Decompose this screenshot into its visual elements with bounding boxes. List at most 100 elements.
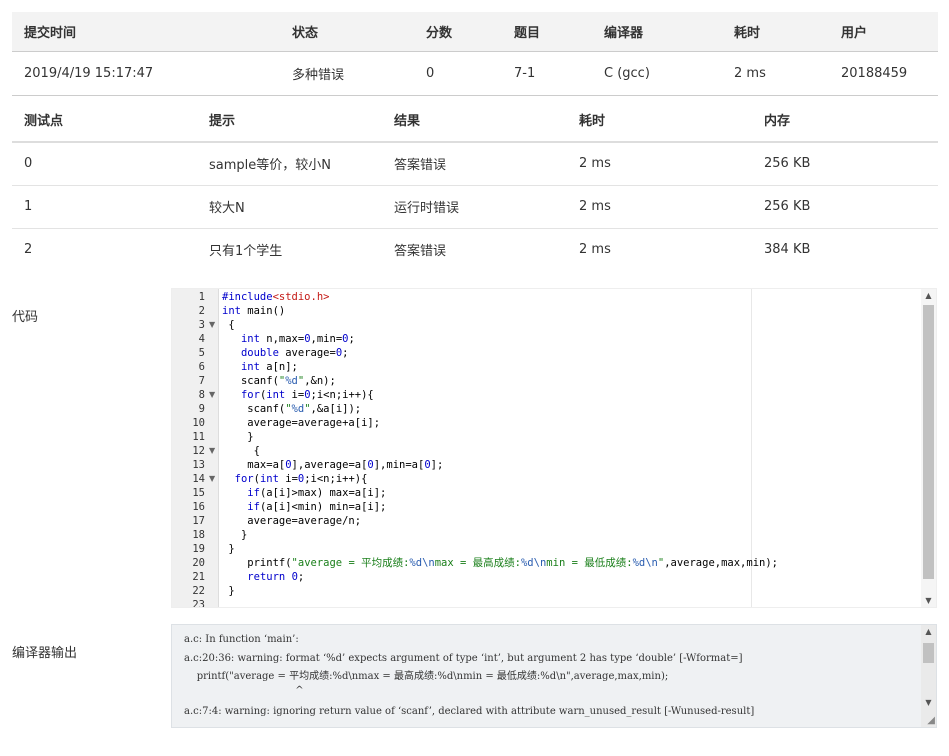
- table-row: 1 较大N 运行时错误 2 ms 256 KB: [12, 185, 938, 228]
- code-line: double average=0;: [240, 347, 349, 359]
- testcase-memory: 384 KB: [764, 242, 811, 258]
- code-scrollbar[interactable]: ▲ ▼: [921, 289, 936, 607]
- testcase-result: 答案错误: [394, 158, 447, 174]
- resize-handle-icon[interactable]: ◢: [927, 715, 935, 726]
- code-line: scanf("%d",&n);: [222, 375, 336, 387]
- fold-arrow-icon[interactable]: ▼: [209, 472, 215, 486]
- line-number: 22: [192, 585, 205, 597]
- user: 20188459: [841, 65, 908, 81]
- table-row: 0 sample等价，较小N 答案错误 2 ms 256 KB: [12, 142, 938, 185]
- line-number: 15: [192, 487, 205, 499]
- scroll-down-icon[interactable]: ▼: [921, 698, 936, 707]
- score: 0: [426, 65, 435, 81]
- line-number-gutter: 1 2 3 ▼ 4 5 6 7 8 ▼ 9 10 11 12 ▼ 13 14 ▼ 15 16 17 18 19 20 21 22 2…: [172, 289, 219, 607]
- testcase-time: 2 ms: [579, 199, 611, 214]
- fold-arrow-icon[interactable]: ▼: [209, 444, 215, 458]
- header-compiler: 编译器: [604, 25, 644, 41]
- line-number: 6: [198, 361, 205, 373]
- scroll-down-icon[interactable]: ▼: [921, 596, 936, 605]
- testcase-hint: sample等价，较小N: [209, 158, 331, 174]
- line-number: 14: [192, 473, 205, 485]
- problem-link[interactable]: 7-1: [502, 51, 592, 95]
- code-line: }: [222, 431, 254, 443]
- line-number: 13: [192, 459, 205, 471]
- status-link[interactable]: 多种错误: [280, 51, 414, 95]
- elapsed: 2 ms: [734, 65, 766, 81]
- submit-time: 2019/4/19 15:17:47: [24, 65, 154, 81]
- code-line: {: [222, 445, 260, 457]
- code-label: 代码: [12, 310, 39, 325]
- output-scrollbar[interactable]: ▲ ▼: [921, 625, 936, 727]
- code-line: int main(): [222, 305, 286, 317]
- fold-arrow-icon[interactable]: ▼: [209, 318, 215, 332]
- output-line: a.c: In function ‘main’:: [184, 634, 299, 645]
- testcase-memory: 256 KB: [764, 156, 811, 172]
- submission-table: 提交时间 状态 分数 题目 编译器 耗时 用户 2019/4/19 15:17:…: [12, 12, 938, 96]
- compiler-output-label: 编译器输出: [12, 646, 78, 661]
- code-line: int a[n];: [240, 361, 298, 373]
- scroll-up-icon[interactable]: ▲: [921, 627, 936, 636]
- line-number: 19: [192, 543, 205, 555]
- header-user: 用户: [841, 25, 868, 41]
- code-line: average=average/n;: [222, 515, 362, 527]
- testcase-id: 2: [24, 242, 33, 258]
- output-line: ^: [184, 685, 304, 696]
- code-line: printf("average = 平均成绩:%d\nmax = 最高成绩:%d…: [222, 557, 778, 569]
- testcase-id: 1: [24, 199, 33, 214]
- line-number: 5: [198, 347, 205, 359]
- testcase-time: 2 ms: [579, 242, 611, 258]
- code-line: }: [222, 543, 235, 555]
- scroll-thumb[interactable]: [923, 305, 934, 579]
- submission-row: 2019/4/19 15:17:47 多种错误 0 7-1 C (gcc) 2 …: [12, 51, 938, 95]
- scroll-thumb[interactable]: [923, 643, 934, 663]
- code-line: #include<stdio.h>: [222, 291, 330, 303]
- header-score: 分数: [426, 25, 453, 41]
- header-testcase: 测试点: [24, 113, 64, 129]
- testcase-hint: 只有1个学生: [209, 244, 283, 260]
- code-line: }: [222, 585, 235, 597]
- testcase-header-row: 测试点 提示 结果 耗时 内存: [12, 97, 938, 142]
- testcase-id: 0: [24, 156, 33, 172]
- testcase-table: 测试点 提示 结果 耗时 内存 0 sample等价，较小N 答案错误 2 ms…: [12, 97, 938, 271]
- testcase-result: 运行时错误: [394, 201, 460, 216]
- scroll-up-icon[interactable]: ▲: [921, 291, 936, 300]
- line-number: 4: [198, 333, 205, 345]
- compiler: C (gcc): [604, 65, 650, 81]
- line-number: 16: [192, 501, 205, 513]
- testcase-memory: 256 KB: [764, 199, 811, 214]
- code-editor[interactable]: 1 2 3 ▼ 4 5 6 7 8 ▼ 9 10 11 12 ▼ 13 14 ▼ 15 16 17 18 19 20 21 22 2…: [171, 288, 937, 608]
- line-number: 8: [198, 389, 205, 401]
- output-line: a.c:20:36: warning: format ‘%d’ expects …: [184, 653, 743, 664]
- submission-header-row: 提交时间 状态 分数 题目 编译器 耗时 用户: [12, 12, 938, 51]
- code-line: for(int i=0;i<n;i++){: [240, 389, 374, 401]
- code-line: if(a[i]<min) min=a[i];: [247, 501, 387, 513]
- header-submit-time: 提交时间: [24, 25, 77, 41]
- fold-arrow-icon[interactable]: ▼: [209, 388, 215, 402]
- code-line: }: [222, 529, 248, 541]
- testcase-time: 2 ms: [579, 156, 611, 172]
- compiler-output[interactable]: a.c: In function ‘main’: a.c:20:36: warni…: [171, 624, 937, 728]
- line-number: 7: [198, 375, 205, 387]
- code-line: average=average+a[i];: [222, 417, 381, 429]
- header-problem: 题目: [514, 25, 541, 41]
- code-line: max=a[0],average=a[0],min=a[0];: [222, 459, 444, 471]
- line-number: 11: [192, 431, 205, 443]
- testcase-hint: 较大N: [209, 201, 245, 216]
- line-number: 21: [192, 571, 205, 583]
- output-line: printf("average = 平均成绩:%d\nmax = 最高成绩:%d…: [184, 671, 669, 682]
- table-row: 2 只有1个学生 答案错误 2 ms 384 KB: [12, 228, 938, 271]
- line-number: 20: [192, 557, 205, 569]
- line-number: 17: [192, 515, 205, 527]
- header-time: 耗时: [579, 113, 606, 129]
- line-number: 2: [198, 305, 205, 317]
- code-line: {: [222, 319, 235, 331]
- header-elapsed: 耗时: [734, 25, 761, 41]
- line-number: 10: [192, 417, 205, 429]
- code-line: for(int i=0;i<n;i++){: [234, 473, 368, 485]
- line-number: 1: [198, 291, 205, 303]
- header-result: 结果: [394, 113, 421, 129]
- header-status: 状态: [292, 25, 319, 41]
- output-line: a.c:7:4: warning: ignoring return value …: [184, 706, 755, 717]
- code-line: scanf("%d",&a[i]);: [222, 403, 362, 415]
- header-memory: 内存: [764, 113, 791, 129]
